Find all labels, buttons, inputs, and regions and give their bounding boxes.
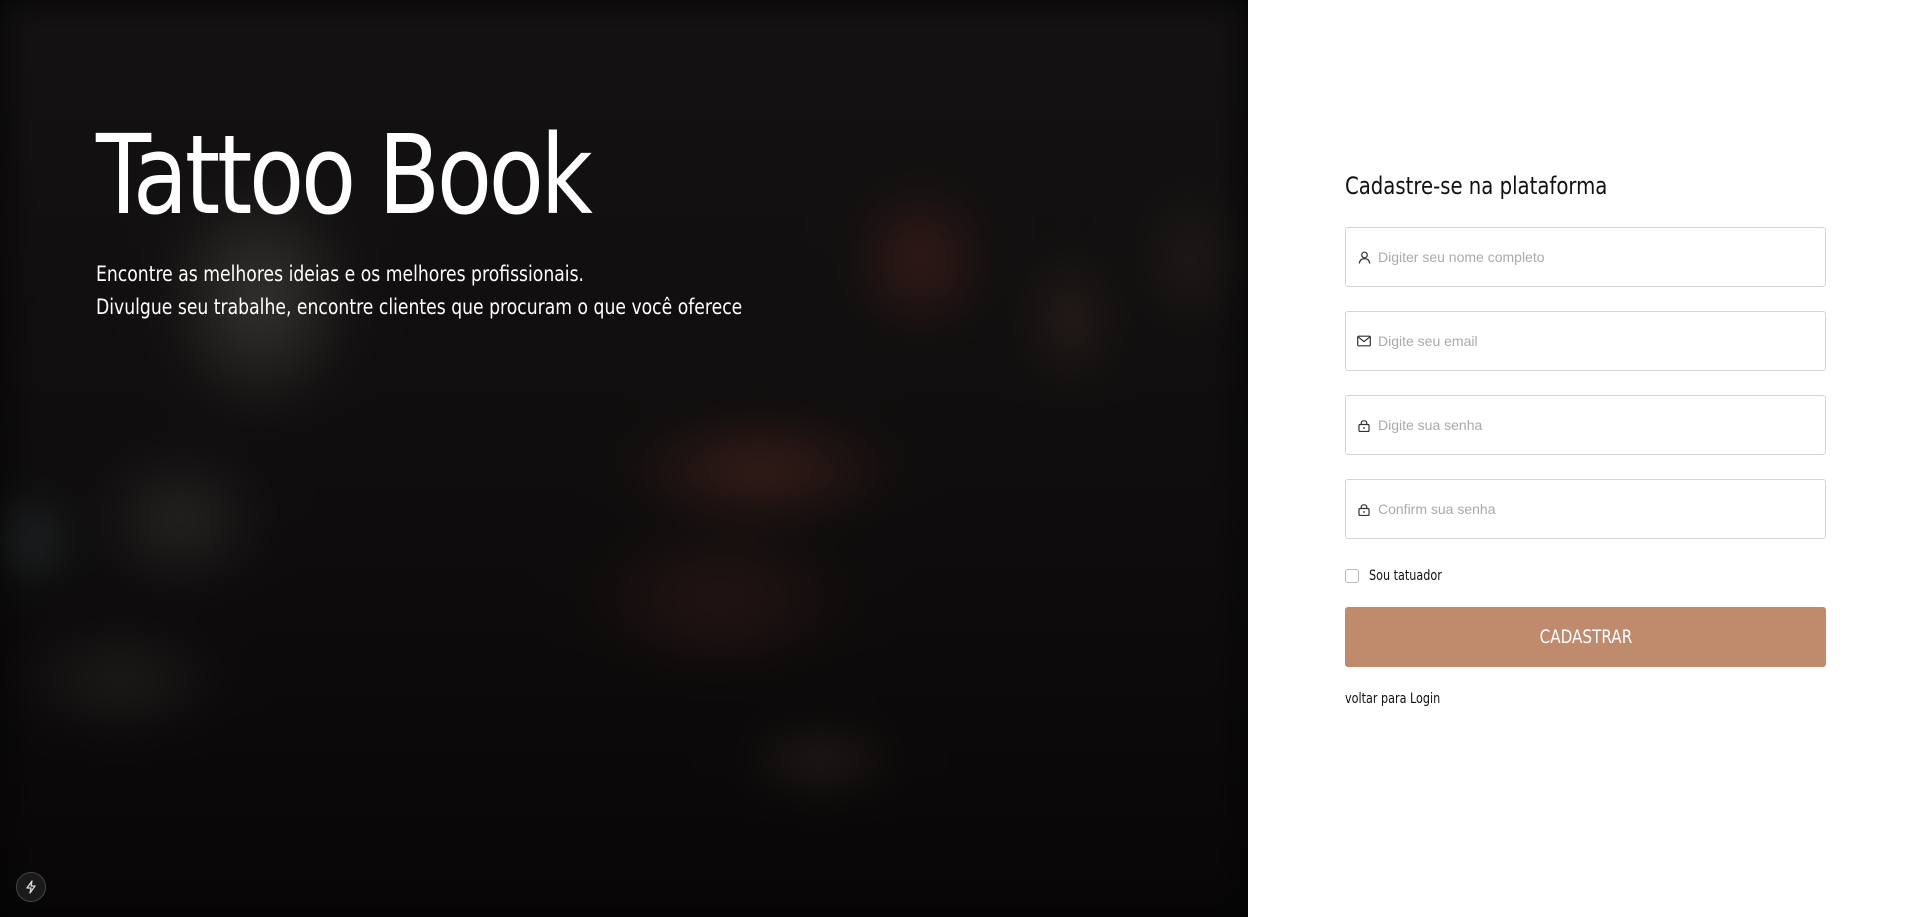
signup-form: Cadastre-se na plataforma Digiter seu no… — [1345, 170, 1826, 707]
register-button-label: CADASTRAR — [1539, 626, 1632, 648]
tattoo-artist-option: Sou tatuador — [1345, 567, 1826, 585]
signup-panel: Cadastre-se na plataforma Digiter seu no… — [1248, 0, 1920, 917]
lightning-icon — [26, 880, 36, 894]
lock-icon — [1356, 501, 1372, 517]
hero-content: Tattoo Book Encontre as melhores ideias … — [96, 111, 884, 324]
email-input[interactable] — [1376, 332, 1820, 350]
email-field[interactable] — [1345, 311, 1826, 371]
user-icon — [1356, 249, 1372, 265]
register-button[interactable]: CADASTRAR — [1345, 607, 1826, 667]
lock-icon — [1356, 417, 1372, 433]
password-field[interactable] — [1345, 395, 1826, 455]
tattoo-artist-checkbox[interactable] — [1345, 569, 1359, 583]
full-name-input[interactable] — [1376, 248, 1820, 266]
form-title: Cadastre-se na plataforma — [1345, 172, 1608, 200]
tattoo-artist-label[interactable]: Sou tatuador — [1369, 568, 1442, 584]
hero-subtitle: Encontre as melhores ideias e os melhore… — [96, 258, 742, 324]
hero-panel: Tattoo Book Encontre as melhores ideias … — [0, 0, 1248, 917]
confirm-password-field[interactable] — [1345, 479, 1826, 539]
full-name-field[interactable] — [1345, 227, 1826, 287]
dev-tools-badge[interactable] — [16, 872, 46, 902]
back-to-login-link[interactable]: voltar para Login — [1345, 691, 1730, 707]
mail-icon — [1356, 333, 1372, 349]
password-input[interactable] — [1376, 416, 1820, 434]
hero-subtitle-line-1: Encontre as melhores ideias e os melhore… — [96, 261, 585, 286]
app-title: Tattoo Book — [96, 111, 593, 239]
signup-page: Tattoo Book Encontre as melhores ideias … — [0, 0, 1920, 917]
confirm-password-input[interactable] — [1376, 500, 1820, 518]
hero-subtitle-line-2: Divulgue seu trabalhe, encontre clientes… — [96, 294, 743, 319]
